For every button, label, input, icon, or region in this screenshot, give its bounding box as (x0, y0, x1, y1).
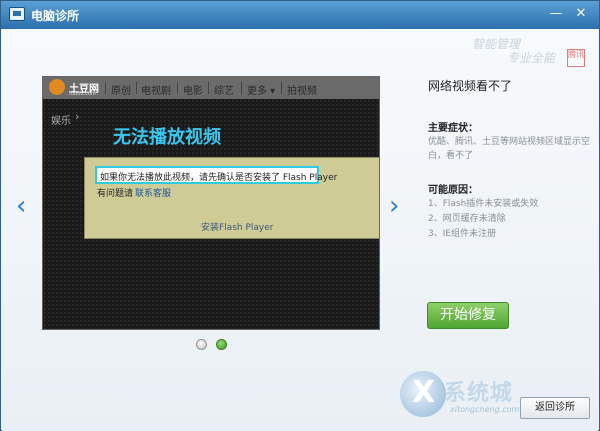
close-button[interactable]: ✕ (571, 5, 591, 23)
brand-badge: 腾讯 (567, 49, 585, 67)
app-window: 电脑诊所 — ✕ 智能管理 专业全能 腾讯 ‹ › 土豆网 tudou.com … (0, 0, 600, 431)
symptoms-heading: 主要症状： (428, 123, 478, 134)
x-logo-icon (400, 371, 446, 417)
site-logo: 土豆网 tudou.com (49, 79, 101, 97)
site-watermark-logo: 系统城 xitongcheng.com (400, 371, 540, 426)
nav-item: 综艺 (214, 86, 234, 97)
slide-dot-1[interactable] (196, 339, 207, 350)
start-repair-button[interactable]: 开始修复 (427, 302, 509, 329)
next-slide-chevron-icon[interactable]: › (389, 191, 399, 221)
nav-item: 电视剧 (141, 86, 171, 97)
back-to-clinic-button[interactable]: 返回诊所 (520, 397, 590, 419)
causes-heading: 可能原因： (428, 185, 478, 196)
nav-item: 拍视频 (287, 86, 317, 97)
cause-item: 3、IE组件未注册 (428, 229, 497, 239)
problem-preview-image: 土豆网 tudou.com 原创 电视剧 电影 综艺 更多 ▾ 拍视频 娱乐 ›… (42, 76, 380, 330)
error-message-box: 如果你无法播放此视频，请先确认是否安装了 Flash Player 有问题请 联… (84, 157, 379, 239)
monitor-icon (9, 7, 25, 21)
symptoms-text: 优酷、腾讯、土豆等网站视频区域显示空白，看不了 (428, 137, 591, 161)
nav-item: 电影 (183, 86, 203, 97)
cause-item: 2、网页缓存未清除 (428, 214, 506, 224)
nav-item: 更多 ▾ (247, 86, 276, 97)
main-content: 智能管理 专业全能 腾讯 ‹ › 土豆网 tudou.com 原创 电视剧 电影… (2, 29, 598, 431)
contact-link: 联系客服 (135, 189, 172, 199)
prev-slide-chevron-icon[interactable]: ‹ (16, 191, 26, 221)
issue-title: 网络视频看不了 (428, 79, 513, 93)
install-flash-link: 安装Flash Player (201, 223, 274, 233)
cause-item: 1、Flash插件未安装或失效 (428, 199, 539, 209)
site-header: 土豆网 tudou.com 原创 电视剧 电影 综艺 更多 ▾ 拍视频 (43, 77, 379, 99)
error-message: 如果你无法播放此视频，请先确认是否安装了 Flash Player (95, 166, 337, 184)
slogan-line2: 专业全能 (507, 51, 556, 65)
minimize-button[interactable]: — (546, 5, 566, 23)
chevron-right-icon: › (75, 110, 80, 123)
logo-circle-icon (49, 79, 65, 95)
slide-dot-2-active[interactable] (216, 339, 227, 350)
title-bar: 电脑诊所 — ✕ (1, 1, 599, 29)
nav-item: 原创 (111, 86, 131, 97)
side-category: 娱乐 (51, 116, 71, 127)
error-heading: 无法播放视频 (113, 127, 221, 148)
window-title: 电脑诊所 (31, 9, 80, 23)
